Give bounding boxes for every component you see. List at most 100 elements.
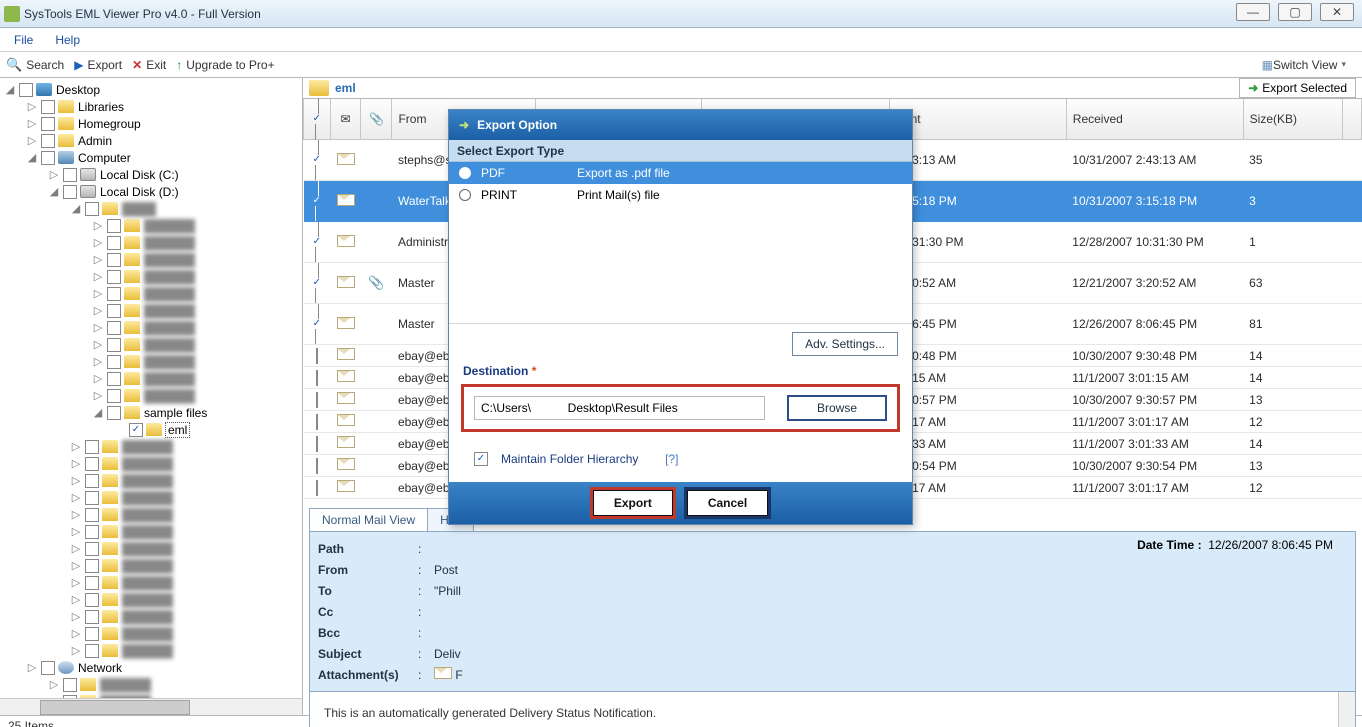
row-checkbox[interactable] [316, 480, 318, 496]
tree-checkbox[interactable] [129, 423, 143, 437]
tree-item[interactable]: ▷██████ [0, 489, 303, 506]
row-checkbox[interactable] [316, 458, 318, 474]
tree-expand-icon[interactable]: ▷ [26, 100, 38, 113]
row-checkbox[interactable] [316, 370, 318, 386]
tree-item[interactable]: ▷██████ [0, 574, 303, 591]
column-received[interactable]: Received [1066, 99, 1243, 140]
tree-item[interactable]: ▷██████ [0, 591, 303, 608]
tree-eml[interactable]: eml [166, 423, 189, 437]
destination-input[interactable] [474, 396, 765, 420]
tree-computer[interactable]: Computer [78, 151, 131, 165]
tree-collapse-icon[interactable]: ◢ [92, 406, 104, 419]
toolbar-upgrade[interactable]: ↑Upgrade to Pro+ [176, 58, 274, 72]
row-checkbox[interactable] [316, 392, 318, 408]
export-button[interactable]: Export [593, 490, 673, 516]
column-sent[interactable]: Sent [889, 99, 1066, 140]
toolbar-switch-view[interactable]: ▦ Switch View ▾ [1262, 58, 1346, 72]
tree-checkbox[interactable] [41, 134, 55, 148]
body-vertical-scrollbar[interactable] [1338, 692, 1355, 727]
scrollbar-thumb[interactable] [40, 700, 190, 715]
maintain-hierarchy-checkbox[interactable] [474, 452, 488, 466]
cancel-button[interactable]: Cancel [687, 490, 768, 516]
tree-item[interactable]: ▷██████ [0, 506, 303, 523]
export-selected-button[interactable]: ➜Export Selected [1239, 78, 1356, 98]
row-checkbox[interactable] [304, 140, 331, 181]
tree-checkbox[interactable] [41, 117, 55, 131]
tree-checkbox[interactable] [63, 168, 77, 182]
tree-horizontal-scrollbar[interactable] [0, 698, 302, 715]
tree-item[interactable]: ▷██████ [0, 234, 303, 251]
tree-item[interactable]: ▷██████ [0, 438, 303, 455]
tree-collapse-icon[interactable]: ◢ [48, 185, 60, 198]
tree-item[interactable]: ████ [122, 202, 156, 216]
tree-checkbox[interactable] [41, 661, 55, 675]
tree-item[interactable]: ▷██████ [0, 642, 303, 659]
tree-item[interactable]: ▷██████ [0, 353, 303, 370]
tree-item[interactable]: ▷██████ [0, 370, 303, 387]
tree-homegroup[interactable]: Homegroup [78, 117, 141, 131]
row-checkbox[interactable] [304, 181, 331, 222]
browse-button[interactable]: Browse [787, 395, 887, 421]
row-checkbox[interactable] [316, 414, 318, 430]
tree-checkbox[interactable] [63, 185, 77, 199]
tree-item[interactable]: ▷██████ [0, 387, 303, 404]
tree-expand-icon[interactable]: ▷ [48, 168, 60, 181]
toolbar-exit[interactable]: ✕Exit [132, 58, 166, 72]
window-minimize-button[interactable]: — [1236, 3, 1270, 21]
tree-item[interactable]: ▷██████ [0, 608, 303, 625]
column-attachment[interactable]: 📎 [361, 99, 392, 140]
tree-checkbox[interactable] [41, 100, 55, 114]
tree-item[interactable]: ▷██████ [0, 523, 303, 540]
tree-item[interactable]: ▷██████ [0, 336, 303, 353]
column-checkbox[interactable] [304, 99, 331, 140]
tree-locald[interactable]: Local Disk (D:) [100, 185, 179, 199]
tree-item[interactable]: ▷██████ [0, 676, 303, 693]
column-size[interactable]: Size(KB) [1243, 99, 1342, 140]
tree-collapse-icon[interactable]: ◢ [26, 151, 38, 164]
tree-item[interactable]: ▷██████ [0, 217, 303, 234]
tree-item[interactable]: ▷██████ [0, 625, 303, 642]
tree-expand-icon[interactable]: ▷ [26, 134, 38, 147]
tree-sample-files[interactable]: sample files [144, 406, 207, 420]
tree-expand-icon[interactable]: ▷ [26, 117, 38, 130]
help-link[interactable]: [?] [665, 452, 678, 466]
tree-localc[interactable]: Local Disk (C:) [100, 168, 179, 182]
column-mail-icon[interactable]: ✉ [330, 99, 361, 140]
tree-item[interactable]: ▷██████ [0, 268, 303, 285]
tree-item[interactable]: ▷██████ [0, 285, 303, 302]
tree-item[interactable]: ▷██████ [0, 319, 303, 336]
row-checkbox[interactable] [316, 348, 318, 364]
tree-expand-icon[interactable]: ▷ [26, 661, 38, 674]
tree-item[interactable]: ▷██████ [0, 302, 303, 319]
row-checkbox[interactable] [316, 436, 318, 452]
tree-item[interactable]: ▷██████ [0, 455, 303, 472]
tree-item[interactable]: ▷██████ [0, 540, 303, 557]
tree-network[interactable]: Network [78, 661, 122, 675]
export-type-pdf[interactable]: PDFExport as .pdf file [449, 162, 912, 184]
tree-collapse-icon[interactable]: ◢ [70, 202, 82, 215]
menu-file[interactable]: File [14, 33, 33, 47]
tree-checkbox[interactable] [41, 151, 55, 165]
export-type-print[interactable]: PRINTPrint Mail(s) file [449, 184, 912, 206]
tree-checkbox[interactable] [19, 83, 33, 97]
tree-libraries[interactable]: Libraries [78, 100, 124, 114]
select-all-checkbox[interactable] [304, 98, 330, 140]
tree-desktop[interactable]: Desktop [56, 83, 100, 97]
window-close-button[interactable]: ✕ [1320, 3, 1354, 21]
tree-collapse-icon[interactable]: ◢ [4, 83, 16, 96]
tree-item[interactable]: ▷██████ [0, 251, 303, 268]
row-checkbox[interactable] [304, 263, 331, 304]
tree-item[interactable]: ▷██████ [0, 557, 303, 574]
tree-checkbox[interactable] [107, 406, 121, 420]
tree-checkbox[interactable] [85, 202, 99, 216]
tree-item[interactable]: ▷██████ [0, 472, 303, 489]
toolbar-search[interactable]: 🔍Search [6, 57, 64, 73]
tree-admin[interactable]: Admin [78, 134, 112, 148]
row-checkbox[interactable] [304, 222, 331, 263]
row-checkbox[interactable] [304, 304, 331, 345]
tab-normal-mail-view[interactable]: Normal Mail View [309, 508, 428, 531]
menu-help[interactable]: Help [55, 33, 80, 47]
adv-settings-button[interactable]: Adv. Settings... [792, 332, 898, 356]
toolbar-export[interactable]: ▶Export [74, 58, 122, 72]
window-maximize-button[interactable]: ▢ [1278, 3, 1312, 21]
